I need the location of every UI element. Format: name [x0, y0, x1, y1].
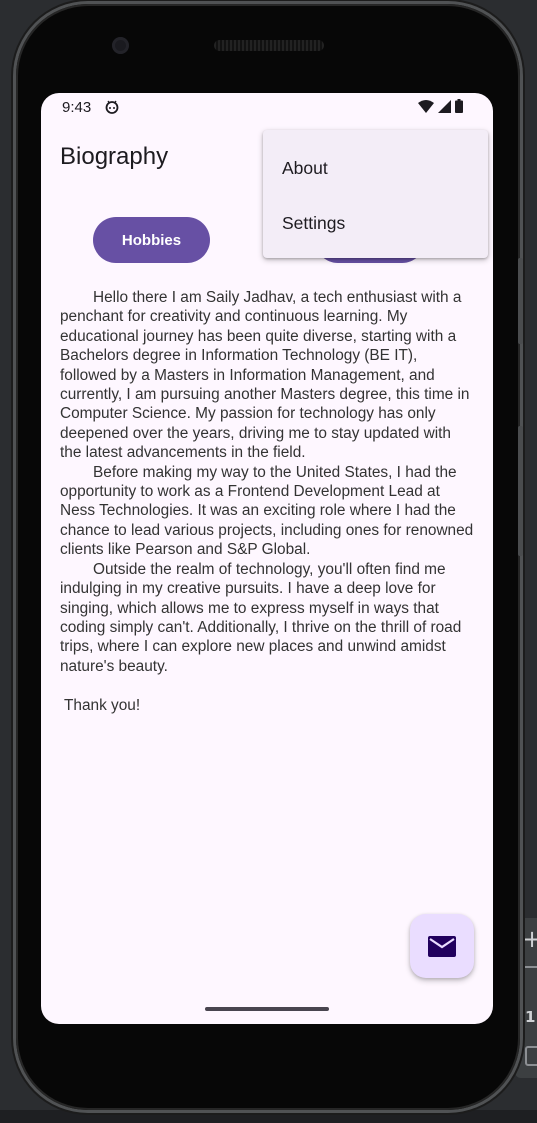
status-icons	[418, 99, 463, 113]
overflow-menu: About Settings	[263, 130, 488, 258]
wifi-icon	[418, 99, 434, 113]
ide-bottom-bar	[0, 1110, 537, 1123]
bio-closing: Thank you!	[64, 696, 141, 714]
menu-item-about[interactable]: About	[263, 140, 488, 196]
app-title: Biography	[60, 143, 169, 170]
zoom-in-icon[interactable]: +	[522, 926, 537, 952]
bio-paragraph: Before making my way to the United State…	[60, 463, 474, 559]
front-camera	[112, 37, 129, 54]
battery-icon	[455, 99, 463, 113]
earpiece-speaker	[214, 40, 324, 51]
hobbies-button[interactable]: Hobbies	[93, 217, 210, 263]
zoom-out-icon[interactable]	[523, 966, 537, 968]
email-fab[interactable]	[410, 914, 474, 978]
menu-item-settings[interactable]: Settings	[263, 195, 488, 251]
device-screen: 9:43 Biography Hobbies Hello there I am …	[41, 93, 493, 1024]
biography-text: Hello there I am Saily Jadhav, a tech en…	[60, 288, 476, 715]
bio-paragraph: Hello there I am Saily Jadhav, a tech en…	[60, 289, 470, 462]
android-head-icon	[105, 100, 119, 114]
gesture-nav-handle[interactable]	[205, 1007, 329, 1011]
cell-signal-icon	[438, 99, 451, 113]
power-button[interactable]	[518, 258, 523, 344]
fit-screen-icon[interactable]	[525, 1046, 537, 1066]
zoom-ratio-label: 1:	[525, 1008, 537, 1026]
status-time: 9:43	[62, 99, 92, 116]
email-icon	[428, 935, 456, 957]
bio-paragraph: Outside the realm of technology, you'll …	[60, 560, 462, 675]
volume-button[interactable]	[518, 426, 523, 556]
